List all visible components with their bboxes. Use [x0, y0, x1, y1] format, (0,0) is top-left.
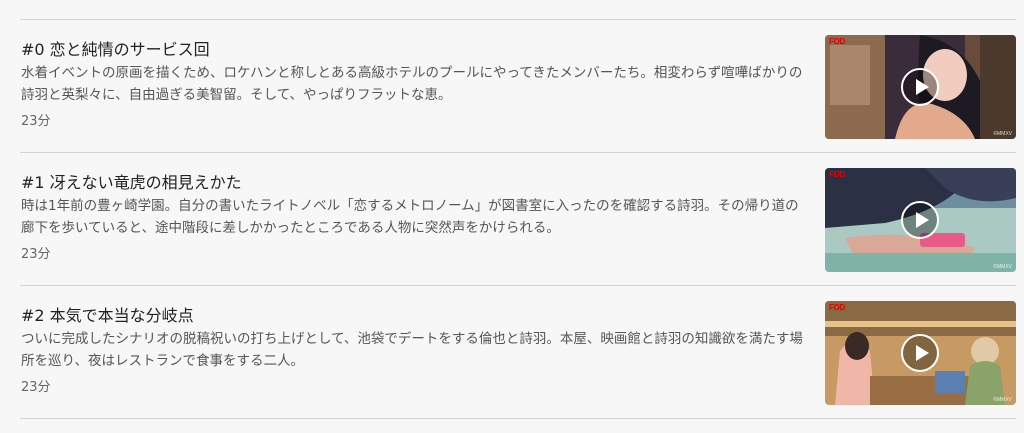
copyright-watermark: ©MMXV [993, 397, 1012, 403]
episode-title[interactable]: #0 恋と純情のサービス回 [21, 36, 210, 60]
episode-description: 時は1年前の豊ヶ崎学園。自分の書いたライトノベル「恋するメトロノーム」が図書室に… [21, 198, 799, 236]
episode-item-1[interactable]: #1 冴えない竜虎の相見えかた 時は1年前の豊ヶ崎学園。自分の書いたライトノベル… [0, 153, 1024, 285]
episode-title[interactable]: #2 本気で本当な分岐点 [21, 302, 194, 326]
episode-duration: 23分 [21, 380, 51, 395]
play-icon[interactable] [900, 333, 940, 373]
copyright-watermark: ©MMXV [993, 264, 1012, 270]
fod-badge: FOD [829, 37, 845, 46]
episode-thumbnail[interactable]: FOD ©MMXV [825, 35, 1016, 139]
divider [20, 418, 1016, 419]
play-icon[interactable] [900, 67, 940, 107]
episode-item-2[interactable]: #2 本気で本当な分岐点 ついに完成したシナリオの脱稿祝いの打ち上げとして、池袋… [0, 286, 1024, 418]
episode-thumbnail[interactable]: FOD ©MMXV [825, 168, 1016, 272]
episode-list: #0 恋と純情のサービス回 水着イベントの原画を描くため、ロケハンと称しとある高… [0, 0, 1024, 433]
episode-thumbnail[interactable]: FOD ©MMXV [825, 301, 1016, 405]
episode-item-0[interactable]: #0 恋と純情のサービス回 水着イベントの原画を描くため、ロケハンと称しとある高… [0, 20, 1024, 152]
episode-description: 水着イベントの原画を描くため、ロケハンと称しとある高級ホテルのプールにやってきた… [21, 65, 803, 103]
play-icon[interactable] [900, 200, 940, 240]
episode-description: ついに完成したシナリオの脱稿祝いの打ち上げとして、池袋でデートをする倫也と詩羽。… [21, 331, 803, 369]
fod-badge: FOD [829, 303, 845, 312]
copyright-watermark: ©MMXV [993, 131, 1012, 137]
episode-duration: 23分 [21, 114, 51, 129]
episode-title[interactable]: #1 冴えない竜虎の相見えかた [21, 169, 242, 193]
fod-badge: FOD [829, 170, 845, 179]
episode-duration: 23分 [21, 247, 51, 262]
